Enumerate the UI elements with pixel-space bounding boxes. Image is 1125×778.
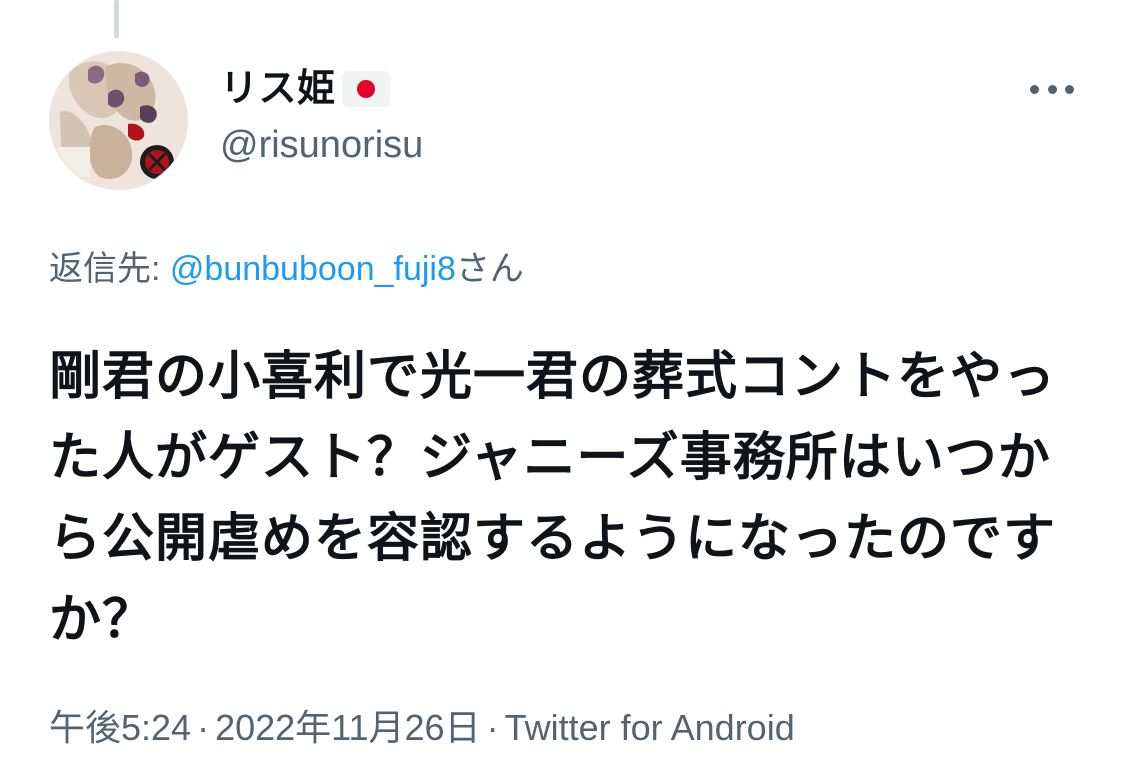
tweet-source[interactable]: Twitter for Android xyxy=(505,707,795,748)
tweet-date[interactable]: 2022年11月26日 xyxy=(215,707,481,748)
reply-context: 返信先: @bunbuboon_fuji8さん xyxy=(49,244,524,294)
display-name[interactable]: リス姫 xyxy=(220,66,336,112)
more-options-button[interactable] xyxy=(1030,72,1074,106)
reply-mention-link[interactable]: @bunbuboon_fuji8 xyxy=(170,250,456,288)
thread-connector-line xyxy=(114,0,119,38)
reply-prefix: 返信先: xyxy=(49,250,170,288)
meta-separator: · xyxy=(197,707,210,748)
avatar[interactable] xyxy=(49,51,188,190)
meta-separator: · xyxy=(486,707,499,748)
reply-suffix: さん xyxy=(455,250,524,288)
japan-flag-icon xyxy=(341,71,390,107)
user-handle[interactable]: @risunorisu xyxy=(220,122,423,168)
avatar-image xyxy=(50,52,187,189)
more-horizontal-icon xyxy=(1030,84,1039,94)
tweet-metadata: 午後5:24 · 2022年11月26日 · Twitter for Android xyxy=(49,703,795,753)
tweet-time[interactable]: 午後5:24 xyxy=(49,707,191,748)
tweet-text: 剛君の小喜利で光一君の葬式コントをやった人がゲスト？ジャニーズ事務所はいつから公… xyxy=(49,348,1057,649)
user-name-row: リス姫 xyxy=(220,66,390,112)
